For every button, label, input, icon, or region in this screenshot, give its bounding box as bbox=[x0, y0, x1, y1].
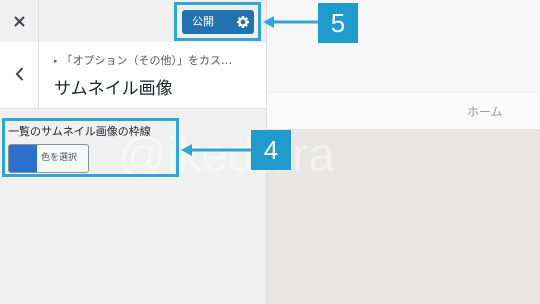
thumbnail-border-label: 一覧のサムネイル画像の枠線 bbox=[8, 125, 151, 138]
breadcrumb-text: 「オプション（その他）」をカス… bbox=[61, 54, 233, 67]
section-title: サムネイル画像 bbox=[54, 79, 173, 99]
section-header: ▸ 「オプション（その他）」をカス… サムネイル画像 bbox=[0, 42, 266, 109]
preview-nav-bar: ホーム bbox=[267, 92, 540, 130]
customizer-header: 公開 bbox=[0, 0, 266, 43]
close-icon bbox=[13, 12, 25, 31]
preview-header bbox=[267, 0, 540, 92]
back-button[interactable] bbox=[0, 42, 39, 108]
color-picker-button[interactable]: 色を選択 bbox=[8, 144, 89, 173]
close-button[interactable] bbox=[0, 0, 39, 42]
gear-icon[interactable] bbox=[236, 15, 250, 29]
publish-button[interactable]: 公開 bbox=[182, 10, 254, 34]
chevron-left-icon bbox=[15, 66, 24, 85]
breadcrumb-arrow-icon: ▸ bbox=[54, 57, 58, 65]
callout-4: 4 bbox=[251, 130, 291, 170]
select-color-label: 色を選択 bbox=[41, 153, 78, 163]
nav-home-link[interactable]: ホーム bbox=[467, 103, 503, 120]
breadcrumb: ▸ 「オプション（その他）」をカス… bbox=[54, 52, 262, 68]
publish-label: 公開 bbox=[192, 15, 214, 28]
customizer-panel: 公開 ▸ 「オプション（その他）」をカス… サムネイル画像 一覧のサムネイル画像の… bbox=[0, 0, 267, 304]
callout-5: 5 bbox=[318, 3, 358, 43]
site-preview: ホーム bbox=[267, 0, 540, 304]
color-swatch[interactable] bbox=[9, 145, 37, 172]
